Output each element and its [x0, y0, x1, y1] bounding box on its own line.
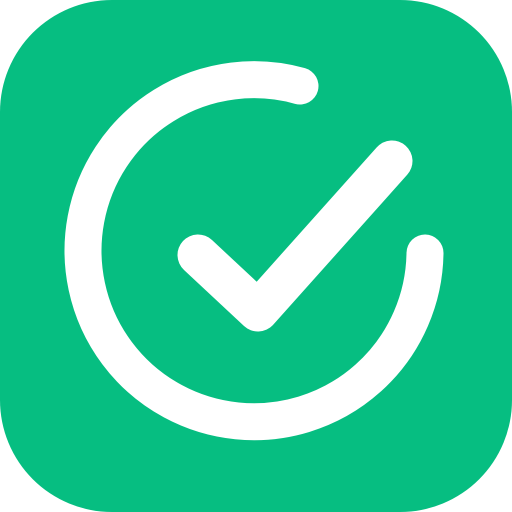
- app-icon[interactable]: [0, 0, 512, 512]
- check-circle-icon: [0, 0, 512, 512]
